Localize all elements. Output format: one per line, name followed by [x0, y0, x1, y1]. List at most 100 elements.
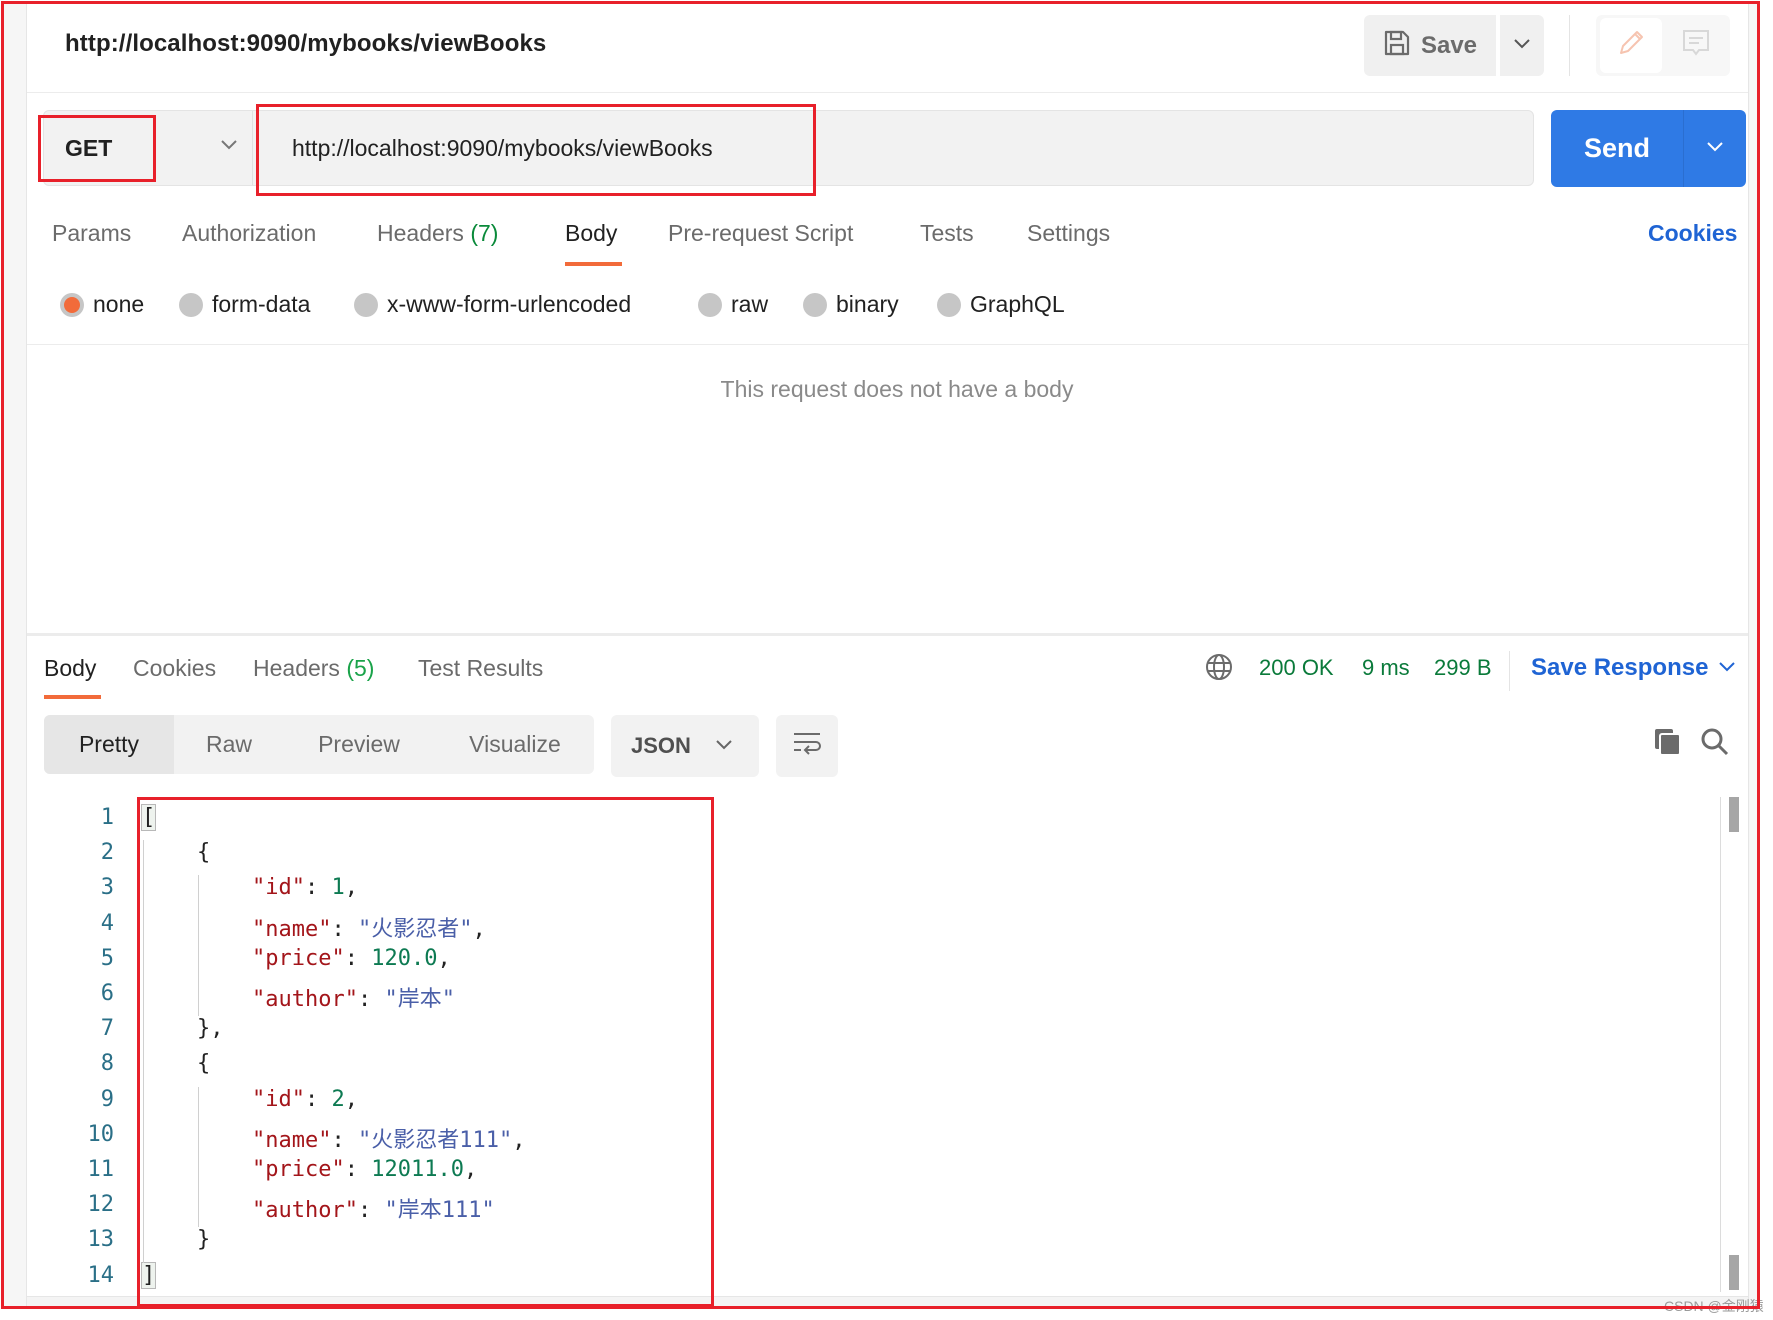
save-button[interactable]: Save	[1364, 15, 1496, 76]
json-string: "岸本"	[384, 987, 455, 1012]
line-number: 8	[100, 1051, 114, 1077]
tab-params[interactable]: Params	[52, 220, 131, 247]
empty-body-message: This request does not have a body	[720, 376, 1074, 402]
request-title[interactable]: http://localhost:9090/mybooks/viewBooks	[65, 30, 546, 58]
active-tab-indicator	[565, 262, 622, 266]
json-punct: }	[197, 1227, 211, 1253]
line-number: 7	[100, 1016, 114, 1042]
json-number: 12011.0	[371, 1157, 464, 1182]
line-number: 11	[87, 1157, 115, 1182]
left-sidebar-strip	[4, 4, 27, 1306]
response-headers-count: (5)	[346, 655, 375, 681]
line-number: 14	[87, 1262, 115, 1288]
code-line: },	[197, 1016, 224, 1041]
radio-graphql[interactable]: GraphQL	[937, 291, 1065, 318]
json-number: 120.0	[371, 945, 438, 971]
copy-icon[interactable]	[1652, 727, 1682, 762]
response-time[interactable]: 9 ms	[1362, 655, 1410, 681]
cookies-link[interactable]: Cookies	[1648, 220, 1737, 247]
code-line: ]	[140, 1261, 157, 1289]
code-line: "price": 12011.0,	[252, 1157, 477, 1182]
comment-icon	[1681, 28, 1711, 63]
globe-icon[interactable]	[1204, 652, 1234, 687]
scrollbar-thumb[interactable]	[1729, 1255, 1739, 1290]
json-key: "id"	[252, 1086, 305, 1112]
tab-pre-request-script[interactable]: Pre-request Script	[668, 220, 853, 247]
chevron-down-icon	[715, 738, 733, 756]
view-preview-button[interactable]: Preview	[294, 715, 424, 774]
view-visualize-button[interactable]: Visualize	[450, 715, 580, 774]
line-number: 4	[100, 910, 114, 936]
method-select[interactable]: GET	[43, 110, 252, 186]
json-string: "火影忍者"	[357, 916, 473, 942]
radio-icon	[937, 292, 961, 317]
json-key: "name"	[252, 1127, 332, 1153]
tab-settings[interactable]: Settings	[1027, 220, 1110, 247]
wrap-lines-button[interactable]	[776, 715, 838, 777]
floppy-disk-icon	[1383, 29, 1411, 62]
view-pretty-button[interactable]: Pretty	[44, 715, 174, 774]
indent-guide	[198, 875, 199, 1017]
tab-headers[interactable]: Headers (7)	[377, 220, 498, 247]
line-number: 5	[100, 945, 114, 971]
line-number: 6	[100, 981, 114, 1006]
json-number: 1	[331, 875, 345, 901]
code-line: "name": "火影忍者",	[252, 911, 486, 943]
response-body-editor[interactable]: 1 2 3 4 5 6 7 8 9 10 11 12 13 14 [{"id": 1, "name": "火…	[44, 797, 1724, 1297]
indent-guide	[198, 1086, 199, 1228]
chevron-down-icon	[1513, 37, 1531, 55]
status-separator	[1509, 651, 1510, 691]
radio-none[interactable]: none	[60, 291, 144, 318]
radio-raw[interactable]: raw	[698, 291, 768, 318]
response-status[interactable]: 200 OK	[1259, 655, 1334, 681]
send-button-label: Send	[1583, 133, 1650, 163]
json-punct: :	[331, 916, 358, 942]
response-tab-cookies[interactable]: Cookies	[133, 655, 216, 682]
send-dropdown-button[interactable]	[1683, 110, 1746, 187]
json-punct: {	[197, 840, 211, 866]
line-number: 9	[100, 1086, 114, 1112]
search-icon[interactable]	[1700, 727, 1730, 762]
line-number: 10	[87, 1121, 115, 1147]
json-punct: :	[331, 1127, 358, 1153]
code-line: "author": "岸本111"	[252, 1192, 495, 1224]
pane-resize-divider[interactable]	[27, 633, 1748, 636]
save-dropdown-button[interactable]	[1500, 15, 1544, 76]
radio-x-www-form-urlencoded[interactable]: x-www-form-urlencoded	[354, 291, 631, 318]
send-button[interactable]: Send	[1551, 110, 1683, 187]
comments-button[interactable]	[1666, 18, 1726, 73]
view-raw-button[interactable]: Raw	[174, 715, 284, 774]
response-tab-test-results[interactable]: Test Results	[418, 655, 543, 682]
line-number: 2	[100, 840, 114, 866]
chevron-down-icon	[220, 138, 238, 156]
json-key: "price"	[252, 1157, 345, 1182]
chevron-down-icon	[1706, 140, 1724, 158]
watermark: CSDN @金刚猿	[1664, 1298, 1764, 1314]
save-response-button[interactable]: Save Response	[1531, 654, 1708, 682]
response-size[interactable]: 299 B	[1434, 655, 1492, 681]
json-punct: ,	[512, 1127, 526, 1153]
json-punct: ,	[344, 1086, 358, 1112]
scrollbar-marker[interactable]	[1729, 797, 1739, 832]
json-punct: :	[344, 945, 372, 971]
radio-binary[interactable]: binary	[803, 291, 899, 318]
code-line: "name": "火影忍者111",	[252, 1122, 525, 1154]
json-punct: [	[140, 804, 157, 831]
line-number: 3	[100, 875, 114, 901]
tab-body[interactable]: Body	[565, 220, 617, 247]
edit-button[interactable]	[1600, 18, 1662, 73]
tab-authorization[interactable]: Authorization	[182, 220, 316, 247]
format-label: JSON	[631, 733, 691, 758]
radio-form-data[interactable]: form-data	[179, 291, 310, 318]
json-punct: ,	[437, 945, 451, 971]
response-tab-body[interactable]: Body	[44, 655, 96, 682]
divider	[27, 344, 1748, 345]
json-punct: :	[357, 1198, 385, 1224]
json-punct: :	[357, 987, 385, 1012]
tab-tests[interactable]: Tests	[920, 220, 974, 247]
response-tab-headers[interactable]: Headers (5)	[253, 655, 374, 682]
url-input[interactable]	[253, 111, 1533, 185]
chevron-down-icon[interactable]	[1718, 660, 1736, 678]
code-line: "author": "岸本"	[252, 981, 455, 1013]
format-select[interactable]: JSON	[611, 715, 759, 777]
